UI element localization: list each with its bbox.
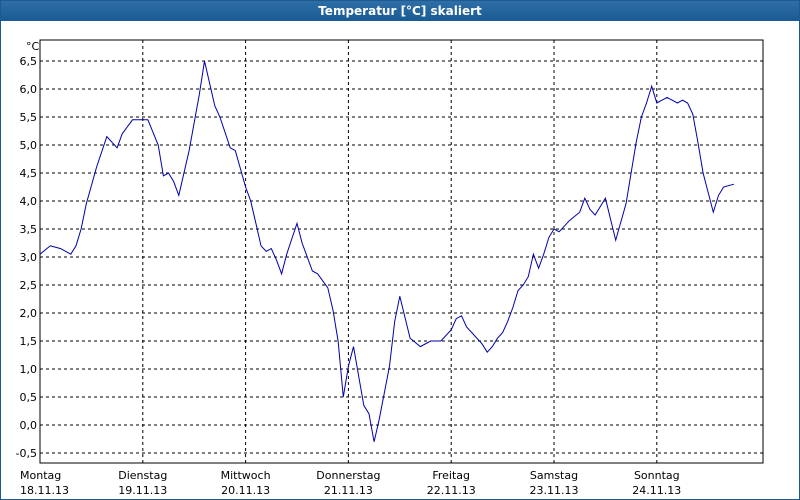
x-tick-date: 18.11.13 (20, 484, 69, 497)
plot-frame (39, 39, 764, 464)
y-tick-label: 6,0 (20, 83, 38, 96)
y-tick-label: 4,0 (20, 195, 38, 208)
y-tick-label: 3,0 (20, 251, 38, 264)
x-tick-day: Donnerstag (316, 469, 380, 482)
x-tick-date: 19.11.13 (118, 484, 167, 497)
y-tick-label: 0,5 (20, 391, 38, 404)
y-unit-label: °C (26, 40, 40, 53)
x-tick-day: Sonntag (634, 469, 680, 482)
x-axis-ticks: Montag 18.11.13 Dienstag 19.11.13 Mittwoch 20… (20, 469, 681, 497)
x-tick-day: Mittwoch (221, 469, 271, 482)
x-tick-date: 22.11.13 (427, 484, 476, 497)
y-tick-label: 5,0 (20, 139, 38, 152)
y-tick-label: 6,5 (20, 55, 38, 68)
x-tick-date: 23.11.13 (530, 484, 579, 497)
y-tick-label: 4,5 (20, 167, 38, 180)
y-tick-label: 2,0 (20, 307, 38, 320)
y-tick-label: 1,5 (20, 335, 38, 348)
y-tick-label: 3,5 (20, 223, 38, 236)
x-tick-day: Freitag (432, 469, 470, 482)
y-tick-label: -0,5 (16, 447, 37, 460)
y-tick-label: 2,5 (20, 279, 38, 292)
temperature-series-line (39, 60, 735, 442)
x-tick-day: Dienstag (118, 469, 167, 482)
x-tick-date: 21.11.13 (324, 484, 373, 497)
grid-lines (40, 40, 763, 463)
x-tick-date: 20.11.13 (221, 484, 270, 497)
temperature-chart: -0,5 0,0 0,5 1,0 1,5 2,0 2,5 3,0 3,5 4,0 4,5 5,0 5,5… (16, 39, 764, 497)
y-tick-label: 5,5 (20, 111, 38, 124)
y-tick-label: 0,0 (20, 419, 38, 432)
x-tick-day: Samstag (530, 469, 578, 482)
y-axis-ticks: -0,5 0,0 0,5 1,0 1,5 2,0 2,5 3,0 3,5 4,0 4,5 5,0 5,5… (16, 55, 37, 460)
x-tick-day: Montag (20, 469, 61, 482)
y-tick-label: 1,0 (20, 363, 38, 376)
x-tick-date: 24.11.13 (632, 484, 681, 497)
